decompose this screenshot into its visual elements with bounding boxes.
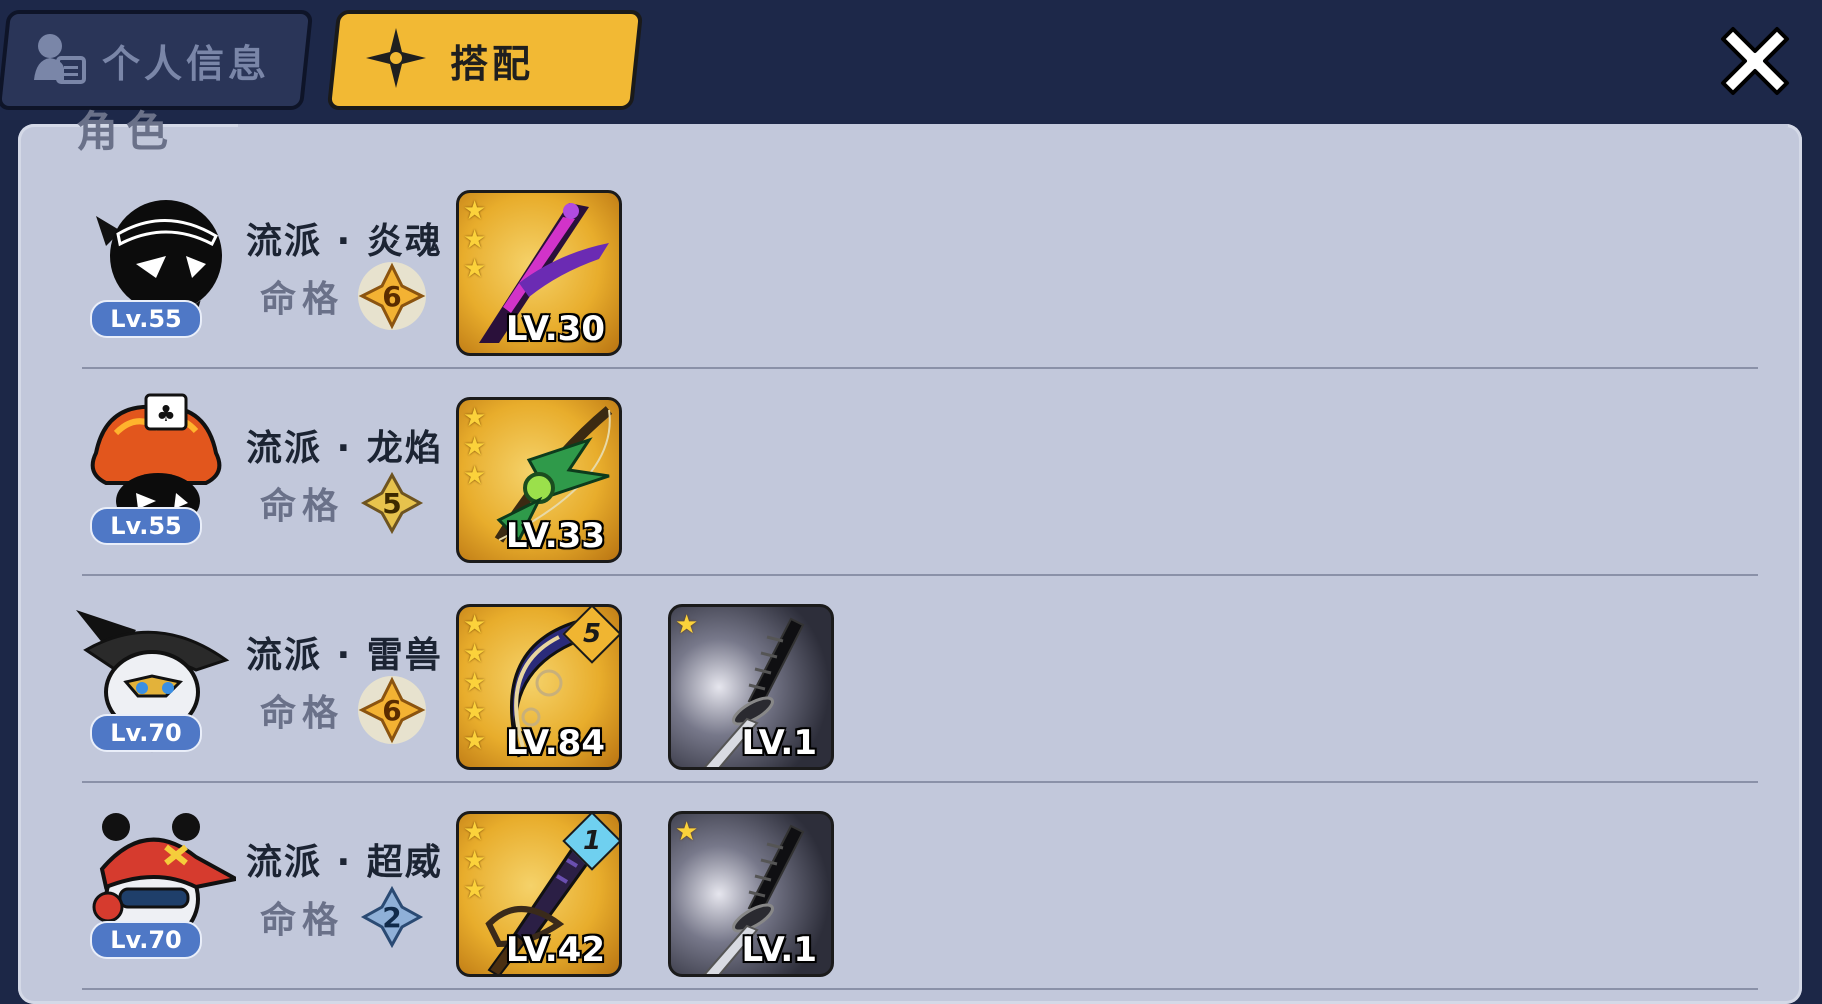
weapon-stars: ★ ★ ★	[463, 196, 487, 284]
weapon-level: LV.84	[505, 723, 605, 763]
fate-value: 6	[382, 280, 401, 313]
shuriken-icon	[364, 26, 428, 94]
character-school: 流派 · 龙焰	[246, 428, 443, 469]
profile-card-icon	[28, 28, 88, 92]
fate-value: 2	[382, 901, 401, 934]
fate-label: 命格	[260, 486, 345, 527]
character-school: 流派 · 炎魂	[246, 221, 443, 262]
weapon-stars: ★ ★ ★	[463, 403, 487, 491]
weapon-slot[interactable]: ★ ★ ★ ★ ★ 5 LV.84	[456, 604, 622, 770]
weapon-slot[interactable]: ★ ★ ★ 1 LV.42	[456, 811, 622, 977]
fate-label: 命格	[260, 279, 345, 320]
tab-loadout-label: 搭配	[450, 41, 535, 86]
weapon-stars: ★ ★ ★	[463, 817, 487, 905]
top-bar: 个人信息 搭配	[0, 0, 1822, 120]
fate-label: 命格	[260, 900, 345, 941]
row-divider	[82, 574, 1758, 576]
weapon-stars: ★ ★ ★ ★ ★	[463, 610, 487, 756]
character-level-badge: Lv.70	[90, 921, 202, 959]
weapon-slot[interactable]: ★ LV.1	[668, 604, 834, 770]
weapon-level: LV.1	[741, 723, 818, 763]
weapon-level: LV.1	[741, 930, 818, 970]
close-button[interactable]	[1710, 18, 1800, 108]
character-level-badge: Lv.70	[90, 714, 202, 752]
tab-profile-label: 个人信息	[102, 41, 271, 86]
fate-value: 6	[382, 694, 401, 727]
weapon-level: LV.30	[505, 309, 605, 349]
fate-badge-gold-icon[interactable]: 5	[356, 467, 428, 539]
character-school: 流派 · 雷兽	[246, 635, 443, 676]
tab-profile[interactable]: 个人信息	[0, 10, 314, 110]
fate-badge-gold-icon[interactable]: 6	[356, 260, 428, 332]
character-row[interactable]: Lv.70 流派 · 超威 命格 2 ★ ★ ★ 1 LV.42 ★ LV.1	[18, 793, 1802, 999]
weapon-slot[interactable]: ★ ★ ★ LV.30	[456, 190, 622, 356]
section-title: 角色	[76, 107, 177, 156]
row-divider	[82, 781, 1758, 783]
weapon-level: LV.33	[505, 516, 605, 556]
weapon-rank-value: 5	[582, 619, 602, 649]
svg-text:♣: ♣	[156, 402, 176, 427]
row-divider	[82, 367, 1758, 369]
character-row[interactable]: Lv.70 流派 · 雷兽 命格 6 ★ ★ ★ ★ ★ 5 LV.84 ★ L…	[18, 586, 1802, 792]
weapon-slot[interactable]: ★ ★ ★ LV.33	[456, 397, 622, 563]
character-level-badge: Lv.55	[90, 300, 202, 338]
tab-loadout[interactable]: 搭配	[326, 10, 644, 110]
weapon-stars: ★	[675, 817, 699, 847]
character-row[interactable]: Lv.55 流派 · 炎魂 命格 6 ★ ★ ★ LV.30	[18, 172, 1802, 378]
fate-badge-gold-icon[interactable]: 6	[356, 674, 428, 746]
fate-badge-blue-icon[interactable]: 2	[356, 881, 428, 953]
section-title-gap	[238, 124, 1788, 127]
loadout-panel: 角色 Lv.55 流派 · 炎魂 命格 6 ★ ★ ★ LV.30 ♣ Lv.5…	[18, 107, 1802, 1004]
weapon-stars: ★	[675, 610, 699, 640]
close-icon	[1713, 19, 1797, 107]
fate-label: 命格	[260, 693, 345, 734]
fate-value: 5	[382, 487, 401, 520]
weapon-rank-value: 1	[582, 826, 602, 856]
weapon-level: LV.42	[505, 930, 605, 970]
row-divider	[82, 988, 1758, 990]
character-level-badge: Lv.55	[90, 507, 202, 545]
weapon-slot[interactable]: ★ LV.1	[668, 811, 834, 977]
character-school: 流派 · 超威	[246, 842, 443, 883]
character-row[interactable]: ♣ Lv.55 流派 · 龙焰 命格 5 ★ ★ ★ LV.33	[18, 379, 1802, 585]
